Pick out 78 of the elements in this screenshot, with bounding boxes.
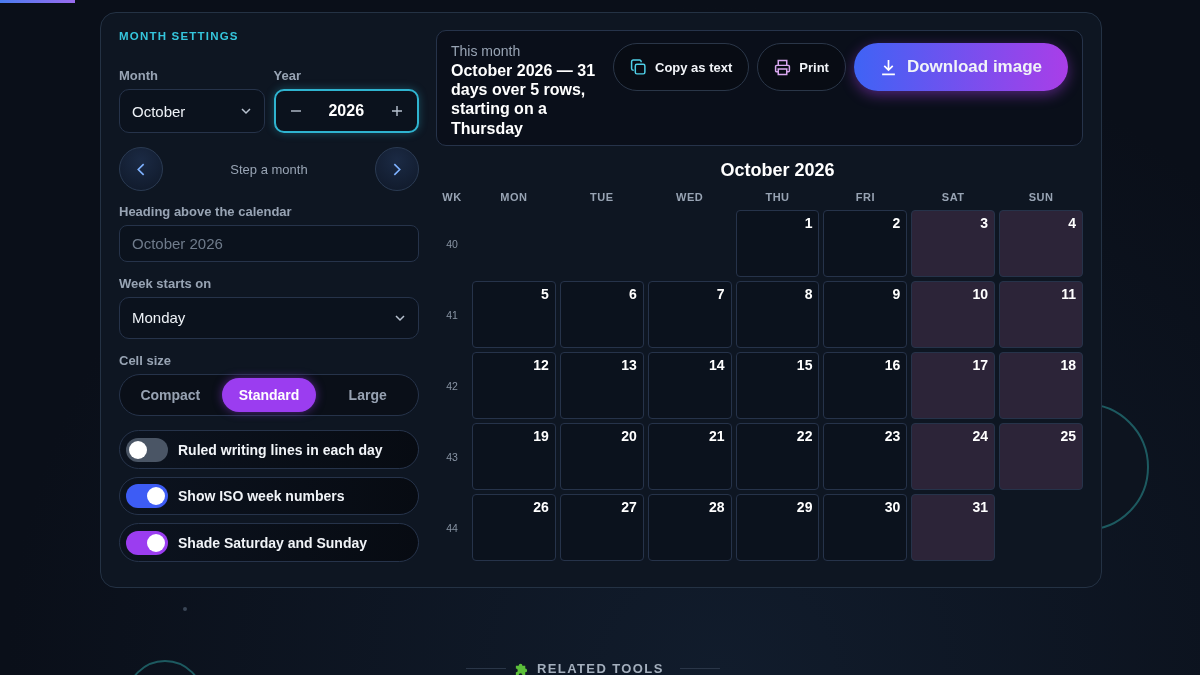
week-number: 43 — [446, 450, 458, 463]
day-cell[interactable]: 18 — [999, 352, 1083, 419]
toggle-switch[interactable] — [126, 530, 168, 555]
toggle-switch[interactable] — [126, 484, 168, 509]
summary-caption: This month — [451, 43, 522, 59]
day-cell[interactable]: 30 — [823, 494, 908, 561]
calendar-title: October 2026 — [720, 160, 835, 181]
weekday-header: MON — [500, 190, 528, 205]
day-cell[interactable]: 9 — [823, 281, 908, 348]
day-cell[interactable]: 21 — [647, 423, 732, 490]
day-cell[interactable]: 7 — [647, 281, 732, 348]
heading-input[interactable]: October 2026 — [119, 225, 419, 262]
copy-button[interactable]: Copy as text — [613, 43, 750, 91]
day-cell[interactable]: 3 — [911, 210, 996, 277]
cell-size-option[interactable]: Standard — [221, 378, 317, 413]
day-cell[interactable]: 8 — [735, 281, 820, 348]
day-cell[interactable]: 15 — [735, 352, 820, 419]
day-cell[interactable]: 23 — [823, 423, 908, 490]
week-number: 44 — [446, 521, 458, 534]
print-button[interactable]: Print — [757, 43, 846, 91]
month-select[interactable]: October — [119, 89, 265, 133]
day-cell[interactable]: 12 — [472, 352, 556, 419]
cell-size-option[interactable]: Large — [320, 378, 415, 413]
toggle-label: Shade Saturday and Sunday — [178, 534, 368, 551]
week-start-select[interactable]: Monday — [119, 296, 419, 339]
field-label: Month — [119, 68, 158, 83]
cell-size-option[interactable]: Compact — [123, 378, 218, 413]
weekday-header: SUN — [1028, 190, 1054, 205]
week-number: 42 — [446, 379, 458, 392]
section-heading: RELATED TOOLS — [537, 661, 664, 675]
step-label: Step a month — [230, 161, 308, 177]
section-heading: MONTH SETTINGS — [119, 30, 240, 42]
weekday-header: WED — [676, 190, 704, 205]
weekday-header: FRI — [855, 190, 875, 205]
day-cell[interactable]: 5 — [472, 281, 556, 348]
day-cell[interactable]: 13 — [559, 352, 644, 419]
year-value: 2026 — [328, 102, 365, 120]
weekday-header: SAT — [941, 190, 965, 205]
puzzle-icon — [514, 661, 529, 675]
day-cell[interactable]: 24 — [911, 423, 996, 490]
chevron-down-icon — [239, 105, 252, 117]
weekday-header: TUE — [590, 190, 614, 205]
day-cell[interactable]: 28 — [647, 494, 732, 561]
week-number: 41 — [446, 308, 458, 321]
weekday-header: THU — [765, 190, 790, 205]
toggle-label: Show ISO week numbers — [178, 488, 345, 505]
download-icon — [879, 58, 897, 76]
summary-text: October 2026 — 31 days over 5 rows, starting on a Thursday — [451, 61, 597, 138]
day-cell[interactable]: 2 — [823, 210, 908, 277]
day-cell[interactable]: 27 — [559, 494, 644, 561]
plus-icon[interactable] — [391, 105, 403, 117]
day-cell[interactable]: 16 — [823, 352, 908, 419]
day-cell[interactable]: 19 — [472, 423, 556, 490]
day-cell[interactable]: 10 — [911, 281, 996, 348]
day-cell[interactable]: 4 — [999, 210, 1083, 277]
toggle-label: Ruled writing lines in each day — [178, 441, 383, 458]
download-button[interactable]: Download image — [853, 43, 1068, 91]
day-cell[interactable]: 20 — [559, 423, 644, 490]
field-label: Week starts on — [119, 275, 212, 291]
day-cell[interactable]: 22 — [735, 423, 820, 490]
day-cell[interactable]: 1 — [735, 210, 820, 277]
week-number: 40 — [446, 237, 458, 250]
field-label: Cell size — [119, 353, 172, 368]
week-column-header: WK — [442, 190, 462, 205]
day-cell[interactable]: 14 — [647, 352, 732, 419]
printer-icon — [774, 58, 792, 76]
day-cell[interactable]: 26 — [472, 494, 556, 561]
field-label: Heading above the calendar — [119, 204, 292, 219]
day-cell[interactable]: 17 — [911, 352, 996, 419]
copy-icon — [630, 58, 647, 76]
day-cell[interactable]: 31 — [911, 494, 996, 561]
day-cell[interactable]: 11 — [999, 281, 1083, 348]
day-cell[interactable]: 29 — [735, 494, 820, 561]
day-cell[interactable]: 25 — [999, 423, 1083, 490]
dot-decoration — [183, 607, 187, 611]
day-cell[interactable]: 6 — [559, 281, 644, 348]
toggle-switch[interactable] — [126, 437, 168, 462]
field-label: Year — [273, 68, 301, 83]
